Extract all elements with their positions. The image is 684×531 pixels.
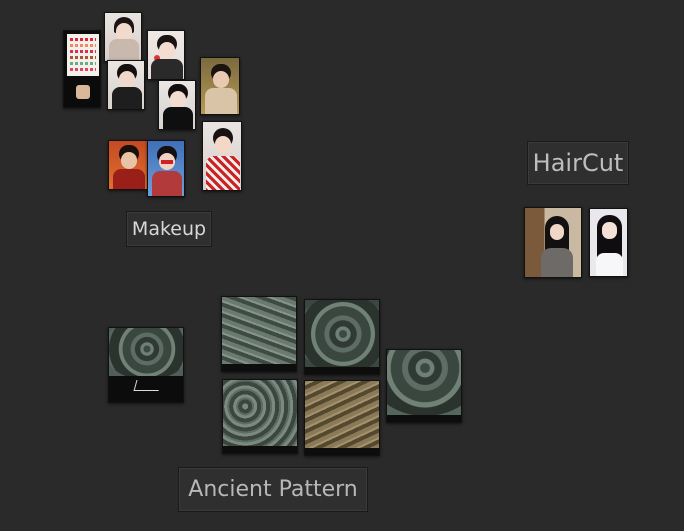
makeup-portrait-card[interactable] <box>147 30 185 80</box>
makeup-chart-card[interactable] <box>63 30 101 108</box>
ancient-pattern-card[interactable] <box>304 299 380 375</box>
ancient-pattern-card[interactable] <box>221 296 297 372</box>
group-label-makeup[interactable]: Makeup <box>126 211 212 247</box>
makeup-portrait-card[interactable] <box>107 60 145 110</box>
group-label-makeup-text: Makeup <box>131 218 207 240</box>
makeup-portrait-card[interactable] <box>202 121 242 191</box>
ancient-pattern-card[interactable] <box>386 349 462 423</box>
makeup-portrait-card[interactable] <box>108 140 148 190</box>
makeup-portrait-card[interactable] <box>158 80 196 130</box>
makeup-portrait-card[interactable] <box>104 12 142 62</box>
group-label-haircut-text: HairCut <box>532 149 624 177</box>
group-label-ancient-pattern-text: Ancient Pattern <box>188 477 358 502</box>
ancient-pattern-card[interactable] <box>304 380 380 456</box>
moodboard-canvas[interactable]: Makeup HairCut Ancient Pattern <box>0 0 684 531</box>
makeup-portrait-card[interactable] <box>147 140 185 197</box>
haircut-photo-card[interactable] <box>589 208 628 277</box>
ancient-pattern-card[interactable] <box>222 379 298 454</box>
haircut-photo-card[interactable] <box>524 207 582 278</box>
ancient-pattern-card[interactable] <box>108 327 184 403</box>
makeup-portrait-card[interactable] <box>200 57 240 115</box>
group-label-haircut[interactable]: HairCut <box>527 141 629 185</box>
group-label-ancient-pattern[interactable]: Ancient Pattern <box>178 467 368 512</box>
